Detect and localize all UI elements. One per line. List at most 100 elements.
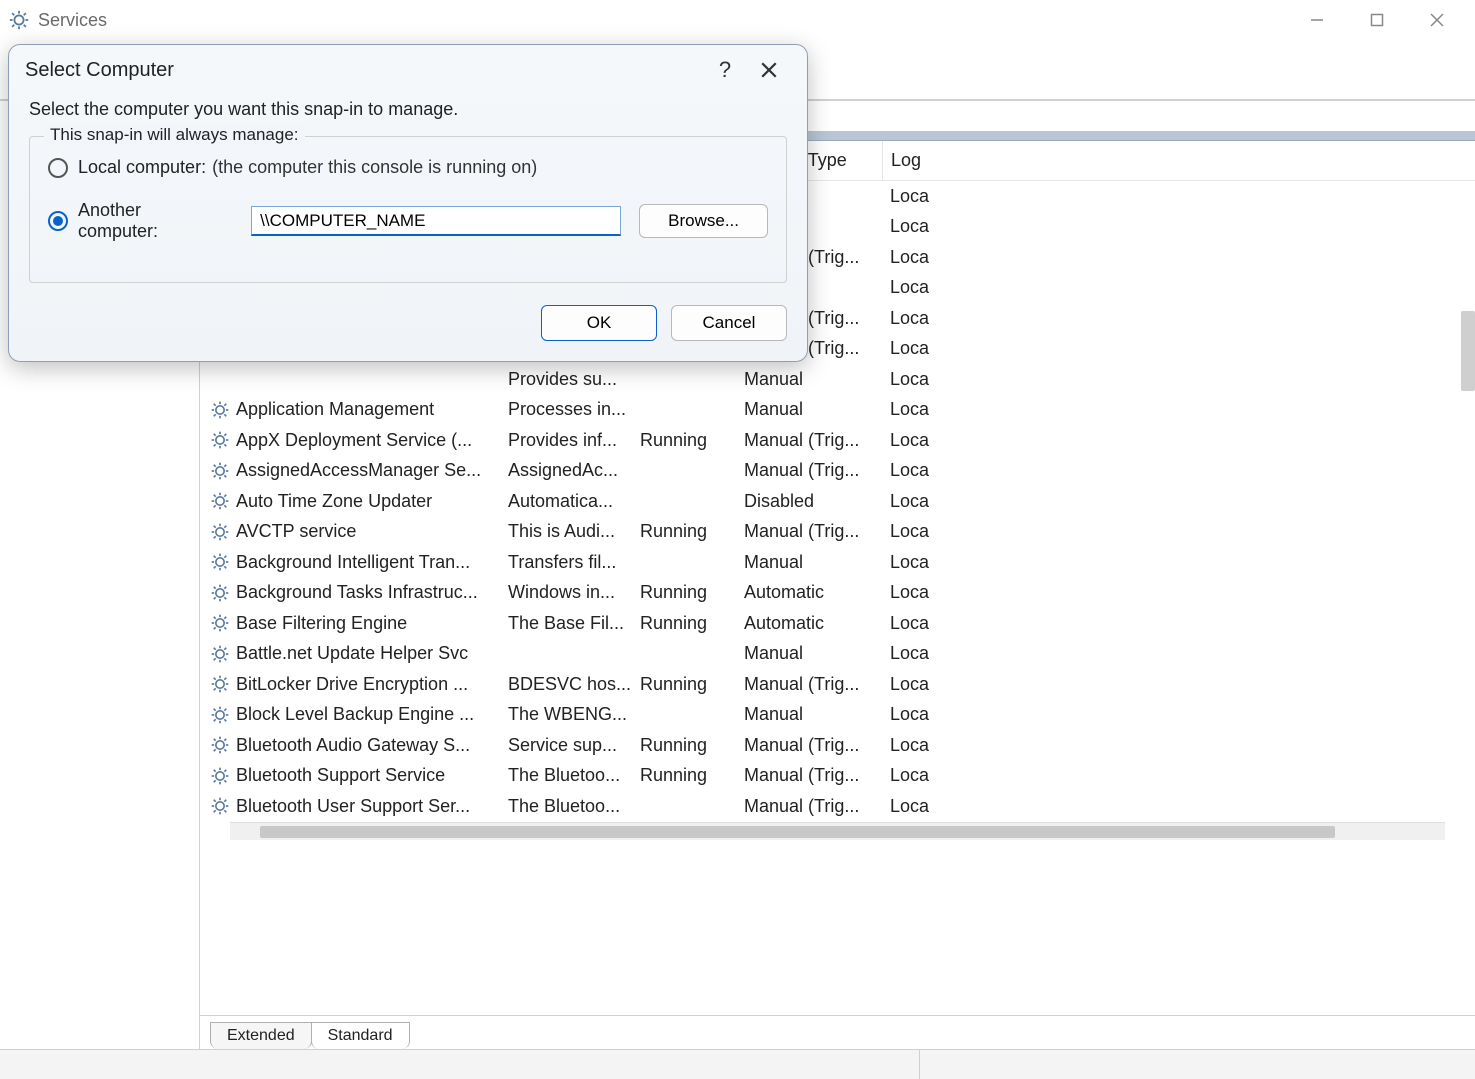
fieldset-legend: This snap-in will always manage: <box>44 125 305 145</box>
cell-startup: Automatic <box>736 613 882 634</box>
cell-name: Background Intelligent Tran... <box>200 552 500 573</box>
gear-icon <box>210 796 230 816</box>
table-row[interactable]: AppX Deployment Service (...Provides inf… <box>200 425 1475 456</box>
cell-logon: Loca <box>882 247 942 268</box>
table-row[interactable]: AssignedAccessManager Se...AssignedAc...… <box>200 456 1475 487</box>
table-row[interactable]: Bluetooth Support ServiceThe Bluetoo...R… <box>200 761 1475 792</box>
cell-startup: Manual (Trig... <box>736 796 882 817</box>
dialog-close-button[interactable] <box>747 48 791 92</box>
cell-logon: Loca <box>882 765 942 786</box>
manage-fieldset: This snap-in will always manage: Local c… <box>29 136 787 283</box>
cell-description: Provides su... <box>500 369 632 390</box>
tab-standard[interactable]: Standard <box>311 1022 410 1049</box>
cell-logon: Loca <box>882 277 942 298</box>
ok-button[interactable]: OK <box>541 305 657 341</box>
cell-description: The Bluetoo... <box>500 765 632 786</box>
close-button[interactable] <box>1407 0 1467 40</box>
tab-extended[interactable]: Extended <box>210 1022 312 1049</box>
cell-status: Running <box>632 430 736 451</box>
table-row[interactable]: ...Provides su...ManualLoca <box>200 364 1475 395</box>
cell-logon: Loca <box>882 613 942 634</box>
cell-startup: Manual (Trig... <box>736 521 882 542</box>
cell-description: Windows in... <box>500 582 632 603</box>
gear-icon <box>210 766 230 786</box>
gear-icon <box>210 522 230 542</box>
cell-logon: Loca <box>882 369 942 390</box>
cell-description: Provides inf... <box>500 430 632 451</box>
table-row[interactable]: Base Filtering EngineThe Base Fil...Runn… <box>200 608 1475 639</box>
gear-icon <box>210 400 230 420</box>
cell-startup: Manual (Trig... <box>736 460 882 481</box>
cell-name: AVCTP service <box>200 521 500 542</box>
radio-local-label: Local computer: <box>78 157 206 178</box>
tabs-bar: Extended Standard <box>200 1015 1475 1049</box>
horizontal-scrollbar[interactable] <box>230 822 1445 840</box>
cell-logon: Loca <box>882 521 942 542</box>
cell-name: Base Filtering Engine <box>200 613 500 634</box>
cell-status: Running <box>632 521 736 542</box>
cell-logon: Loca <box>882 186 942 207</box>
cell-startup: Manual (Trig... <box>736 674 882 695</box>
browse-button[interactable]: Browse... <box>639 204 768 238</box>
cell-description: The Base Fil... <box>500 613 632 634</box>
computer-name-input[interactable] <box>251 206 621 236</box>
cell-startup: Manual (Trig... <box>736 430 882 451</box>
scrollbar-thumb[interactable] <box>260 826 1335 838</box>
select-computer-dialog: Select Computer ? Select the computer yo… <box>8 44 808 362</box>
radio-another[interactable] <box>48 211 68 231</box>
cell-logon: Loca <box>882 735 942 756</box>
gear-icon <box>210 613 230 633</box>
help-button[interactable]: ? <box>703 48 747 92</box>
table-row[interactable]: AVCTP serviceThis is Audi...RunningManua… <box>200 517 1475 548</box>
header-logon[interactable]: Log <box>882 141 942 180</box>
gear-icon <box>210 644 230 664</box>
table-row[interactable]: Battle.net Update Helper Svc ManualLoca <box>200 639 1475 670</box>
cell-logon: Loca <box>882 582 942 603</box>
radio-another-label: Another computer: <box>78 200 205 242</box>
cell-startup: Manual <box>736 704 882 725</box>
cell-logon: Loca <box>882 338 942 359</box>
gear-icon <box>210 552 230 572</box>
radio-local[interactable] <box>48 158 68 178</box>
table-row[interactable]: BitLocker Drive Encryption ...BDESVC hos… <box>200 669 1475 700</box>
cell-startup: Automatic <box>736 582 882 603</box>
window-title: Services <box>38 10 107 31</box>
gear-icon <box>8 9 30 31</box>
cell-description: BDESVC hos... <box>500 674 632 695</box>
table-row[interactable]: Background Tasks Infrastruc...Windows in… <box>200 578 1475 609</box>
cell-logon: Loca <box>882 643 942 664</box>
cell-logon: Loca <box>882 491 942 512</box>
table-row[interactable]: Application ManagementProcesses in...Man… <box>200 395 1475 426</box>
cell-status: Running <box>632 674 736 695</box>
cell-startup: Manual <box>736 399 882 420</box>
cell-startup: Manual <box>736 643 882 664</box>
table-row[interactable]: Auto Time Zone UpdaterAutomatica...Disab… <box>200 486 1475 517</box>
minimize-button[interactable] <box>1287 0 1347 40</box>
cell-status: Running <box>632 735 736 756</box>
table-row[interactable]: Bluetooth Audio Gateway S...Service sup.… <box>200 730 1475 761</box>
cell-description: AssignedAc... <box>500 460 632 481</box>
cell-logon: Loca <box>882 552 942 573</box>
gear-icon <box>210 461 230 481</box>
gear-icon <box>210 705 230 725</box>
radio-local-row[interactable]: Local computer: (the computer this conso… <box>48 157 768 178</box>
cell-name: Battle.net Update Helper Svc <box>200 643 500 664</box>
cell-name: Bluetooth Support Service <box>200 765 500 786</box>
cell-name: AssignedAccessManager Se... <box>200 460 500 481</box>
cancel-button[interactable]: Cancel <box>671 305 787 341</box>
cell-startup: Manual (Trig... <box>736 765 882 786</box>
cell-name: Bluetooth Audio Gateway S... <box>200 735 500 756</box>
table-row[interactable]: Bluetooth User Support Ser...The Bluetoo… <box>200 791 1475 822</box>
table-row[interactable]: Block Level Backup Engine ...The WBENG..… <box>200 700 1475 731</box>
cell-description: Transfers fil... <box>500 552 632 573</box>
cell-description: The WBENG... <box>500 704 632 725</box>
titlebar: Services <box>0 0 1475 40</box>
cell-status: Running <box>632 765 736 786</box>
cell-logon: Loca <box>882 216 942 237</box>
radio-another-row[interactable]: Another computer: Browse... <box>48 200 768 242</box>
cell-description: Service sup... <box>500 735 632 756</box>
table-row[interactable]: Background Intelligent Tran...Transfers … <box>200 547 1475 578</box>
cell-logon: Loca <box>882 674 942 695</box>
maximize-button[interactable] <box>1347 0 1407 40</box>
gear-icon <box>210 674 230 694</box>
